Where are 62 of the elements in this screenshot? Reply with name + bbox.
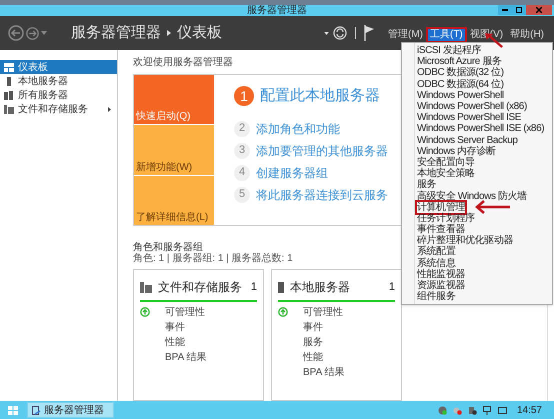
- sidebar-item[interactable]: 仪表板: [0, 60, 117, 74]
- step-number: 2: [234, 120, 250, 136]
- menu-item[interactable]: 本地安全策略: [417, 168, 475, 180]
- menu-item[interactable]: 事件查看器: [417, 224, 466, 236]
- menu-item[interactable]: 安全配置向导: [417, 156, 475, 168]
- card-item[interactable]: 性能: [303, 350, 323, 364]
- card-item[interactable]: 可管理性: [303, 304, 343, 320]
- menu-item[interactable]: 系统配置: [417, 246, 456, 258]
- sidebar-item[interactable]: 文件和存储服务: [0, 102, 117, 116]
- menu-item[interactable]: 任务计划程序: [417, 212, 475, 224]
- menu-item[interactable]: 组件服务: [417, 291, 456, 302]
- menu-item[interactable]: 计算机管理: [417, 202, 466, 213]
- taskbar-app[interactable]: 服务器管理器: [27, 402, 114, 418]
- breadcrumb-item: 仪表板: [177, 22, 222, 43]
- sidebar-label: 文件和存储服务: [18, 102, 89, 116]
- sidebar-item[interactable]: 本地服务器: [0, 74, 117, 88]
- sidebar-label: 本地服务器: [18, 74, 69, 88]
- section-summary: 角色: 1 | 服务器组: 1 | 服务器总数: 1: [133, 253, 294, 264]
- menu-item[interactable]: ODBC 数据源(32 位): [417, 67, 504, 78]
- menu-button[interactable]: 帮助(H): [508, 29, 546, 41]
- section-title: 角色和服务器组: [133, 242, 204, 253]
- breadcrumb-item[interactable]: 服务器管理器: [71, 22, 161, 44]
- menu-item[interactable]: 碎片整理和优化驱动器: [417, 235, 514, 246]
- tile[interactable]: 了解详细信息(L): [134, 176, 214, 225]
- tile[interactable]: 新增功能(W): [134, 125, 214, 175]
- step-number: 4: [234, 164, 250, 180]
- card-item[interactable]: BPA 结果: [303, 364, 344, 380]
- menu-item[interactable]: 高级安全 Windows 防火墙: [417, 190, 527, 202]
- card-count: 1: [388, 280, 395, 295]
- card-item[interactable]: BPA 结果: [165, 350, 206, 364]
- menu-button[interactable]: 管理(M): [386, 29, 425, 41]
- clock[interactable]: 14:57: [516, 402, 542, 418]
- sidebar-label: 仪表板: [18, 60, 49, 74]
- sidebar-label: 所有服务器: [18, 88, 69, 102]
- welcome-title: 欢迎使用服务器管理器: [133, 57, 234, 69]
- menu-item[interactable]: 服务: [417, 179, 436, 190]
- card-title[interactable]: 文件和存储服务: [158, 278, 245, 296]
- menu-item[interactable]: Windows PowerShell: [417, 90, 504, 101]
- card-item[interactable]: 服务: [303, 334, 323, 350]
- menu-item[interactable]: 系统信息: [417, 258, 456, 269]
- sidebar-item[interactable]: 所有服务器: [0, 88, 117, 102]
- menu-item[interactable]: Windows Server Backup: [417, 134, 518, 146]
- menu-button[interactable]: 工具(T): [428, 29, 465, 41]
- card-count: 1: [250, 280, 257, 295]
- menu-item[interactable]: 性能监视器: [417, 268, 466, 280]
- menu-item[interactable]: Windows PowerShell (x86): [417, 101, 527, 112]
- menu-item[interactable]: 资源监视器: [417, 280, 466, 292]
- card-item[interactable]: 可管理性: [165, 304, 205, 320]
- card-title[interactable]: 本地服务器: [290, 278, 383, 296]
- menu-item[interactable]: ODBC 数据源(64 位): [417, 78, 504, 90]
- menu-item[interactable]: iSCSI 发起程序: [417, 45, 482, 56]
- menu-item[interactable]: Microsoft Azure 服务: [417, 56, 502, 68]
- step-number: 5: [234, 186, 250, 202]
- menu-item[interactable]: Windows PowerShell ISE: [417, 112, 522, 124]
- card-item[interactable]: 事件: [303, 320, 323, 334]
- menu-item[interactable]: Windows 内存诊断: [417, 146, 496, 157]
- step-number: 1: [234, 86, 254, 106]
- window-title: 服务器管理器: [247, 5, 307, 16]
- card-item[interactable]: 性能: [165, 334, 185, 350]
- card-item[interactable]: 事件: [165, 320, 185, 334]
- step-number: 3: [234, 142, 250, 158]
- menu-item[interactable]: Windows PowerShell ISE (x86): [417, 123, 544, 134]
